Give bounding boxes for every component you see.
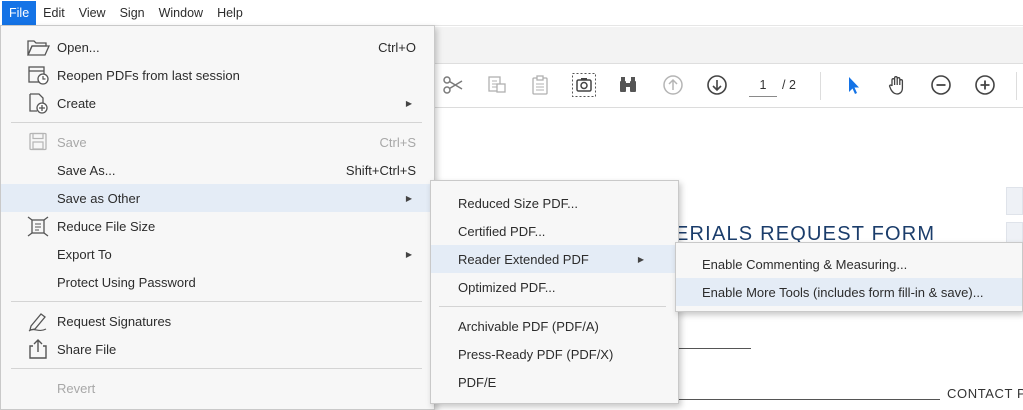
toolbar-divider	[820, 72, 821, 100]
menu-item-label: Protect Using Password	[57, 274, 196, 290]
menu-file[interactable]: File	[2, 0, 37, 25]
menu-bar: File Edit View Sign Window Help	[0, 0, 1023, 26]
menu-item-reduce-file-size[interactable]: Reduce File Size	[1, 212, 434, 240]
menu-item-reopen[interactable]: Reopen PDFs from last session	[1, 61, 434, 89]
clipboard-icon[interactable]	[527, 72, 553, 98]
save-as-other-submenu: Reduced Size PDF... Certified PDF... Rea…	[430, 180, 679, 404]
document-contact-label: CONTACT P	[947, 386, 1023, 401]
menu-item-label: Optimized PDF...	[458, 279, 556, 295]
menu-item-optimized-pdf[interactable]: Optimized PDF...	[431, 273, 678, 301]
menu-item-label: Reduce File Size	[57, 218, 156, 234]
menu-item-press-ready-pdf[interactable]: Press-Ready PDF (PDF/X)	[431, 340, 678, 368]
toolbar-divider	[1016, 72, 1017, 100]
folder-open-icon	[25, 36, 51, 58]
menu-item-label: Save As...	[57, 162, 116, 178]
reader-extended-submenu: Enable Commenting & Measuring... Enable …	[675, 242, 1023, 312]
menu-view[interactable]: View	[72, 1, 113, 25]
copy-format-icon[interactable]	[484, 72, 510, 98]
menu-item-share-file[interactable]: Share File	[1, 335, 434, 363]
menu-item-label: PDF/E	[458, 374, 497, 390]
menu-item-enable-commenting[interactable]: Enable Commenting & Measuring...	[676, 250, 1022, 278]
reopen-icon	[25, 64, 51, 86]
scissors-icon[interactable]	[440, 72, 466, 98]
menu-item-label: Reduced Size PDF...	[458, 195, 578, 211]
submenu-arrow-icon: ▶	[405, 249, 412, 259]
form-line	[678, 399, 940, 400]
menu-item-label: Archivable PDF (PDF/A)	[458, 318, 599, 334]
menu-help[interactable]: Help	[210, 1, 250, 25]
menu-item-label: Reopen PDFs from last session	[57, 67, 240, 83]
reduce-size-icon	[25, 215, 51, 237]
menu-item-label: Request Signatures	[57, 313, 172, 329]
menu-item-label: Share File	[57, 341, 117, 357]
menu-item-export-to[interactable]: Export To ▶	[1, 240, 434, 268]
menu-edit[interactable]: Edit	[36, 1, 72, 25]
menu-item-label: Enable More Tools (includes form fill-in…	[702, 284, 984, 300]
menu-item-label: Revert	[57, 380, 96, 396]
menu-item-pdf-e[interactable]: PDF/E	[431, 368, 678, 396]
next-page-icon[interactable]	[704, 72, 730, 98]
snapshot-icon[interactable]	[571, 72, 597, 98]
menu-item-label: Create	[57, 95, 97, 111]
binoculars-icon[interactable]	[615, 72, 641, 98]
hand-tool-icon[interactable]	[884, 72, 910, 98]
menu-sign[interactable]: Sign	[113, 1, 152, 25]
menu-item-save[interactable]: Save Ctrl+S	[1, 128, 434, 156]
save-icon	[25, 131, 51, 153]
menu-item-label: Export To	[57, 246, 112, 262]
menu-item-revert[interactable]: Revert	[1, 374, 434, 402]
page-total: / 2	[782, 78, 796, 92]
menu-item-save-as[interactable]: Save As... Shift+Ctrl+S	[1, 156, 434, 184]
select-cursor-icon[interactable]	[840, 72, 866, 98]
menu-window[interactable]: Window	[152, 1, 210, 25]
menu-item-enable-more-tools[interactable]: Enable More Tools (includes form fill-in…	[676, 278, 1022, 306]
zoom-in-icon[interactable]	[972, 72, 998, 98]
submenu-arrow-icon: ▶	[405, 193, 412, 203]
menu-item-create[interactable]: Create ▶	[1, 89, 434, 117]
menu-item-archivable-pdf[interactable]: Archivable PDF (PDF/A)	[431, 312, 678, 340]
menu-item-label: Press-Ready PDF (PDF/X)	[458, 346, 614, 362]
submenu-arrow-icon: ▶	[405, 98, 412, 108]
page-number-input[interactable]: 1	[749, 75, 777, 97]
shortcut-label: Ctrl+S	[379, 134, 416, 150]
menu-item-open[interactable]: Open... Ctrl+O	[1, 33, 434, 61]
menu-item-request-signatures[interactable]: Request Signatures	[1, 307, 434, 335]
signature-pen-icon	[25, 310, 51, 332]
share-icon	[25, 338, 51, 360]
menu-item-label: Open...	[57, 39, 100, 55]
menu-separator	[11, 122, 422, 123]
form-field[interactable]	[1006, 222, 1023, 244]
previous-page-icon[interactable]	[660, 72, 686, 98]
menu-separator	[11, 368, 422, 369]
menu-item-label: Certified PDF...	[458, 223, 546, 239]
shortcut-label: Shift+Ctrl+S	[345, 162, 416, 178]
form-field[interactable]	[1006, 187, 1023, 215]
menu-item-certified-pdf[interactable]: Certified PDF...	[431, 217, 678, 245]
menu-item-protect[interactable]: Protect Using Password	[1, 268, 434, 296]
menu-separator	[439, 306, 666, 307]
menu-item-save-as-other[interactable]: Save as Other ▶	[1, 184, 434, 212]
menu-item-reader-extended-pdf[interactable]: Reader Extended PDF ▶	[431, 245, 678, 273]
menu-separator	[11, 301, 422, 302]
zoom-out-icon[interactable]	[928, 72, 954, 98]
shortcut-label: Ctrl+O	[378, 39, 416, 55]
menu-item-reduced-size-pdf[interactable]: Reduced Size PDF...	[431, 189, 678, 217]
menu-item-label: Save as Other	[57, 190, 141, 206]
create-pdf-icon	[25, 92, 51, 114]
menu-item-label: Enable Commenting & Measuring...	[702, 256, 908, 272]
menu-item-label: Reader Extended PDF	[458, 251, 589, 267]
file-menu: Open... Ctrl+O Reopen PDFs from last ses…	[0, 25, 435, 410]
form-line	[678, 348, 751, 349]
menu-item-label: Save	[57, 134, 87, 150]
submenu-arrow-icon: ▶	[637, 254, 644, 264]
